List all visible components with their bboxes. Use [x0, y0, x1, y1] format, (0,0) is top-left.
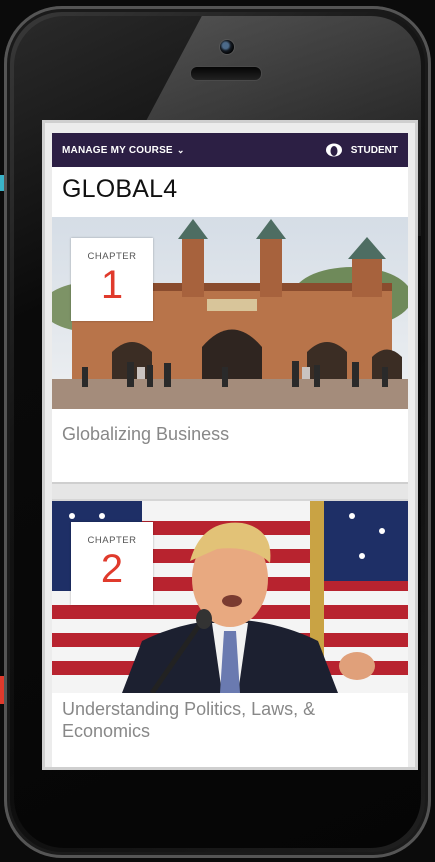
- chapter-card-1[interactable]: CHAPTER 1 Globalizing Business: [52, 217, 408, 482]
- manage-course-dropdown[interactable]: MANAGE MY COURSE ⌄: [62, 145, 185, 156]
- chapter-2-label: CHAPTER: [87, 535, 137, 546]
- course-content: GLOBAL4 CHAPTER 1 Globalizing Business C…: [52, 167, 408, 767]
- student-avatar-icon: [325, 143, 343, 157]
- student-account-button[interactable]: STUDENT: [325, 143, 398, 157]
- student-label: STUDENT: [350, 144, 398, 156]
- chapter-1-photo: CHAPTER 1: [52, 217, 408, 409]
- course-title: GLOBAL4: [62, 175, 178, 203]
- chapter-2-photo: CHAPTER 2: [52, 501, 408, 693]
- phone-screen: MANAGE MY COURSE ⌄ STUDENT GLOBAL4 CHAPT…: [42, 120, 418, 770]
- speaker-grille: [190, 66, 262, 81]
- phone-frame: MANAGE MY COURSE ⌄ STUDENT GLOBAL4 CHAPT…: [4, 6, 431, 858]
- top-navigation-bar: MANAGE MY COURSE ⌄ STUDENT: [52, 133, 408, 167]
- chapter-1-title: Globalizing Business: [62, 424, 230, 444]
- chapter-2-title: Understanding Politics, Laws, & Economic…: [62, 699, 316, 741]
- chevron-down-icon: ⌄: [176, 144, 185, 155]
- manage-course-label: MANAGE MY COURSE: [62, 144, 173, 156]
- chapter-2-number: 2: [100, 547, 124, 591]
- chapter-card-2[interactable]: CHAPTER 2 Understanding Politics, Laws, …: [52, 501, 408, 767]
- chapter-1-number: 1: [100, 263, 124, 307]
- chapter-1-label: CHAPTER: [87, 251, 137, 262]
- card-divider: [52, 482, 408, 501]
- chapter-2-badge: CHAPTER 2: [71, 522, 153, 605]
- camera-icon: [219, 39, 235, 55]
- chapter-1-badge: CHAPTER 1: [71, 238, 153, 321]
